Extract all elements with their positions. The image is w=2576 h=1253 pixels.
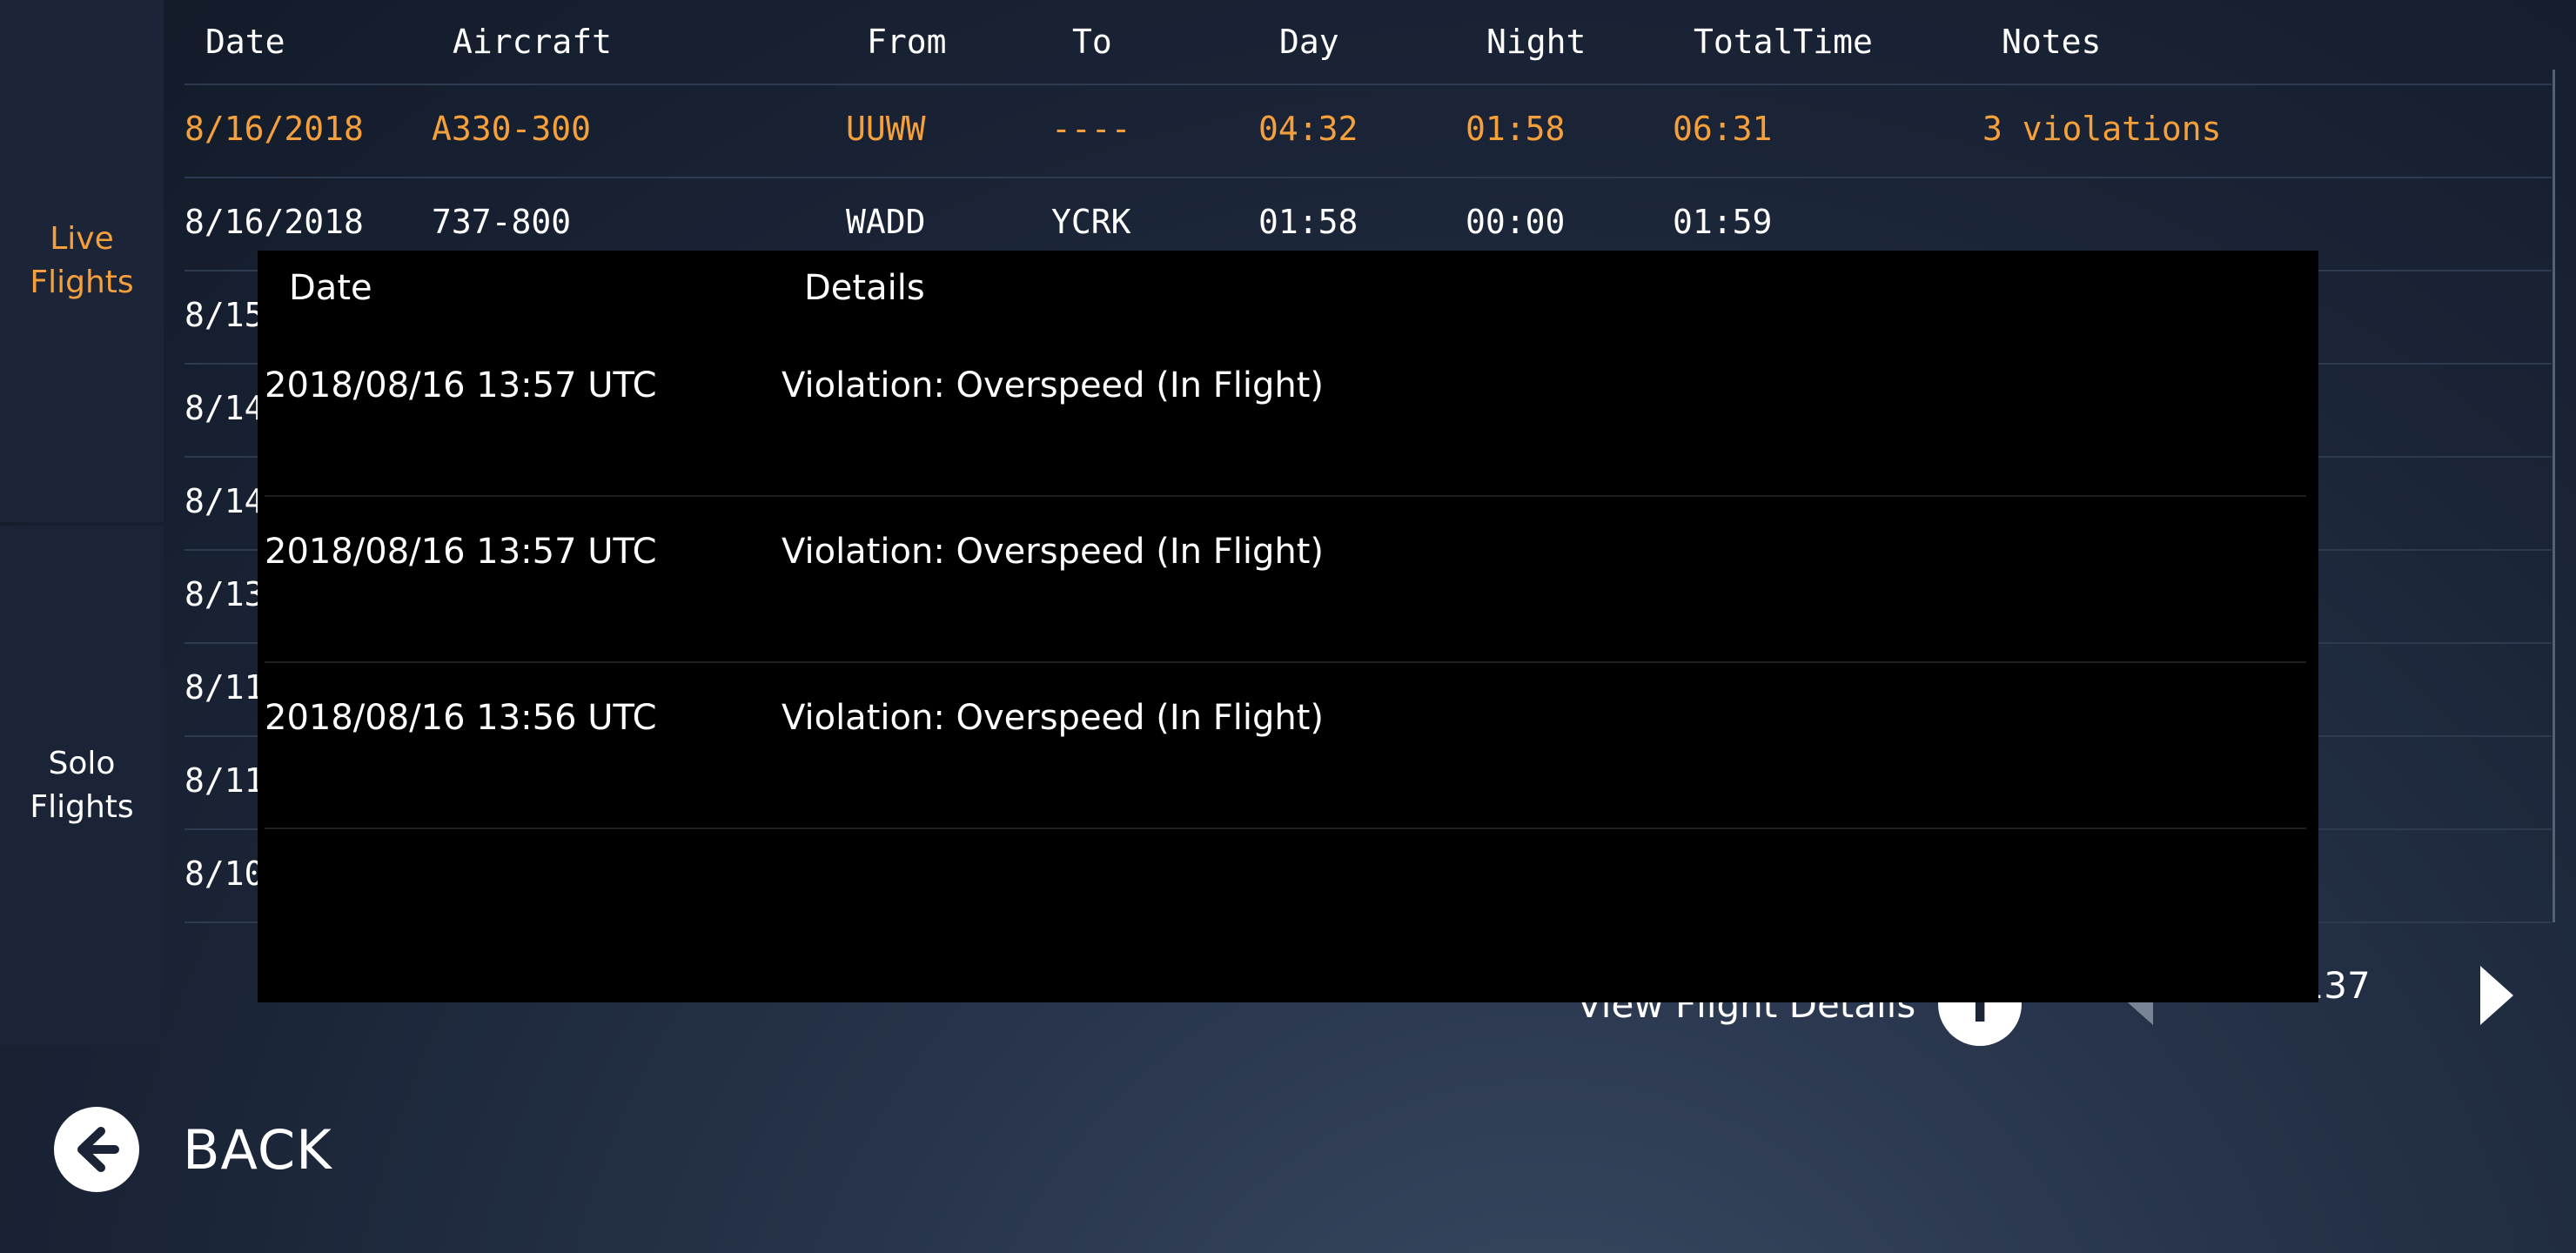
- cell-date: 8/16/2018: [184, 203, 364, 241]
- cell-night: 01:58: [1466, 110, 1566, 148]
- column-header-notes[interactable]: Notes: [2002, 23, 2101, 61]
- cell-day: 04:32: [1258, 110, 1358, 148]
- table-header: Date Aircraft From To Day Night TotalTim…: [184, 0, 2552, 84]
- cell-date: 8/11: [184, 761, 265, 800]
- cell-date: 8/10: [184, 854, 265, 893]
- modal-header: Date Details: [258, 251, 2318, 331]
- sidebar-item-label: Live Flights: [30, 221, 134, 300]
- cell-to: ----: [1051, 110, 1131, 148]
- cell-total: 01:59: [1673, 203, 1773, 241]
- violations-modal[interactable]: Date Details 2018/08/16 13:57 UTC Violati…: [258, 251, 2318, 1002]
- violation-row: 2018/08/16 13:57 UTC Violation: Overspeed…: [265, 331, 2306, 497]
- cell-notes: 3 violations: [1982, 110, 2222, 148]
- cell-total: 06:31: [1673, 110, 1773, 148]
- column-header-totaltime[interactable]: TotalTime: [1694, 23, 1873, 61]
- column-header-date[interactable]: Date: [205, 23, 285, 61]
- next-page-icon[interactable]: [2480, 966, 2513, 1025]
- cell-date: 8/16/2018: [184, 110, 364, 148]
- cell-date: 8/13: [184, 575, 265, 613]
- violation-detail: Violation: Overspeed (In Flight): [782, 532, 1325, 572]
- cell-date: 8/11: [184, 668, 265, 707]
- column-header-aircraft[interactable]: Aircraft: [453, 23, 612, 61]
- violation-date: 2018/08/16 13:57 UTC: [265, 365, 657, 405]
- back-label: BACK: [183, 1117, 332, 1182]
- violation-list: 2018/08/16 13:57 UTC Violation: Overspeed…: [258, 331, 2318, 829]
- back-button[interactable]: BACK: [54, 1107, 332, 1192]
- violation-date: 2018/08/16 13:57 UTC: [265, 532, 657, 572]
- cell-date: 8/15: [184, 296, 265, 334]
- sidebar-item-live-flights[interactable]: Live Flights: [0, 0, 164, 522]
- cell-day: 01:58: [1258, 203, 1358, 241]
- sidebar-item-label: Solo Flights: [30, 746, 134, 825]
- violation-row: 2018/08/16 13:57 UTC Violation: Overspeed…: [265, 497, 2306, 663]
- column-header-night[interactable]: Night: [1486, 23, 1586, 61]
- cell-from: UUWW: [846, 110, 926, 148]
- cell-from: WADD: [846, 203, 926, 241]
- cell-date: 8/14: [184, 482, 265, 520]
- scrollbar[interactable]: [2553, 70, 2555, 922]
- violation-row: 2018/08/16 13:56 UTC Violation: Overspeed…: [265, 663, 2306, 829]
- column-header-to[interactable]: To: [1072, 23, 1112, 61]
- column-header-from[interactable]: From: [867, 23, 947, 61]
- cell-aircraft: 737-800: [432, 203, 572, 241]
- column-header-day[interactable]: Day: [1279, 23, 1339, 61]
- cell-aircraft: A330-300: [432, 110, 592, 148]
- modal-column-details: Details: [804, 268, 925, 308]
- violation-detail: Violation: Overspeed (In Flight): [782, 365, 1325, 405]
- sidebar-item-solo-flights[interactable]: Solo Flights: [0, 526, 164, 1046]
- violation-date: 2018/08/16 13:56 UTC: [265, 698, 657, 738]
- table-row[interactable]: 8/16/2018 A330-300 UUWW ---- 04:32 01:58 06:31…: [184, 84, 2552, 178]
- cell-to: YCRK: [1051, 203, 1131, 241]
- cell-date: 8/14: [184, 389, 265, 427]
- cell-night: 00:00: [1466, 203, 1566, 241]
- violation-detail: Violation: Overspeed (In Flight): [782, 698, 1325, 738]
- arrow-left-icon: [54, 1107, 139, 1192]
- modal-column-date: Date: [289, 268, 372, 308]
